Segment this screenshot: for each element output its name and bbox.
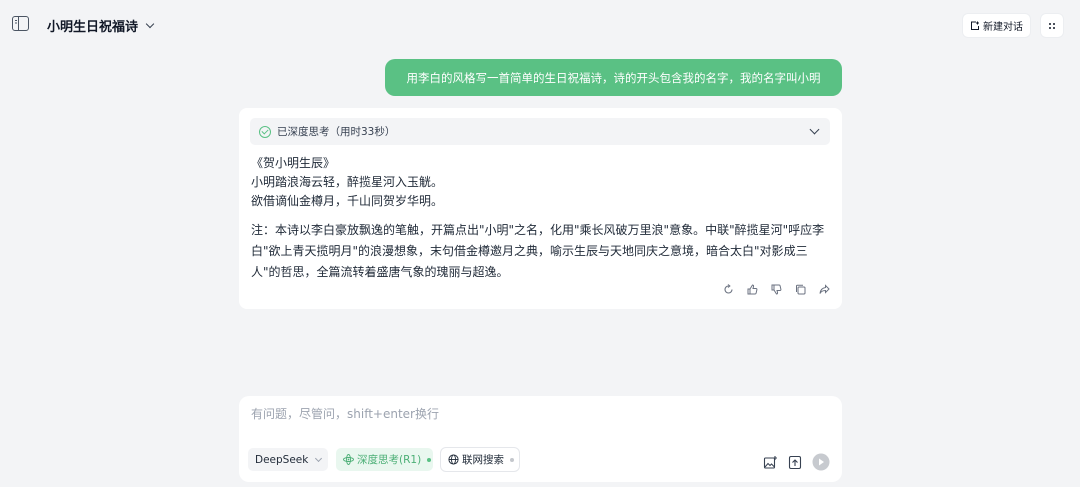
chevron-down-icon[interactable] (809, 124, 820, 135)
conversation-title-dropdown[interactable]: 小明生日祝福诗 (47, 16, 155, 35)
thumbs-down-icon[interactable] (770, 283, 783, 296)
check-circle-icon (259, 125, 271, 138)
thumbs-up-icon[interactable] (746, 283, 759, 296)
chat-input-placeholder[interactable]: 有问题，尽管问，shift+enter换行 (251, 405, 439, 422)
web-search-toggle[interactable]: 联网搜索 (441, 448, 519, 471)
note-line: 人"的哲思，全篇流转着盛唐气象的瑰丽与超逸。 (251, 265, 509, 279)
poem-note: 注：本诗以李白豪放飘逸的笔触，开篇点出"小明"之名，化用"乘长风破万里浪"意象。… (251, 220, 826, 283)
active-dot-icon (427, 457, 432, 462)
file-upload-icon[interactable] (788, 455, 802, 470)
deep-think-toggle[interactable]: 深度思考(R1) (336, 448, 433, 471)
atom-icon (343, 454, 354, 465)
deep-think-label: 深度思考(R1) (357, 454, 422, 466)
composer-tools (763, 453, 830, 471)
grid-dots-icon (1049, 22, 1055, 29)
copy-icon[interactable] (794, 283, 807, 296)
top-bar: 小明生日祝福诗 新建对话 (0, 0, 1080, 50)
poem-title: 《贺小明生辰》 (251, 156, 336, 170)
thinking-status-text: 已深度思考（用时33秒） (277, 126, 396, 138)
chat-input-box[interactable]: 有问题，尽管问，shift+enter换行 DeepSeek 深度思考(R1) … (239, 396, 842, 482)
note-line: 注：本诗以李白豪放飘逸的笔触，开篇点出"小明"之名，化用"乘长风破万里浪"意象。… (251, 223, 825, 237)
chevron-down-icon (315, 454, 323, 462)
regenerate-icon[interactable] (722, 283, 735, 296)
web-search-label: 联网搜索 (462, 454, 504, 466)
poem-line: 欲借谪仙金樽月，千山同贺岁华明。 (251, 194, 444, 208)
user-message-text: 用李白的风格写一首简单的生日祝福诗，诗的开头包含我的名字，我的名字叫小明 (406, 70, 821, 85)
poem-text: 《贺小明生辰》 小明踏浪海云轻，醉揽星河入玉觥。 欲借谪仙金樽月，千山同贺岁华明… (251, 154, 443, 211)
image-upload-icon[interactable] (763, 455, 778, 470)
new-chat-label: 新建对话 (983, 22, 1023, 33)
poem-line: 小明踏浪海云轻，醉揽星河入玉觥。 (251, 175, 444, 189)
new-chat-icon (971, 21, 979, 30)
note-line: 白"欲上青天揽明月"的浪漫想象，末句借金樽邀月之典，喻示生辰与天地同庆之意境，暗… (251, 244, 808, 258)
inactive-dot-icon (510, 457, 514, 462)
globe-icon (448, 454, 459, 465)
message-actions (722, 283, 831, 296)
apps-button[interactable] (1041, 14, 1063, 37)
send-icon[interactable] (812, 453, 830, 471)
conversation-title: 小明生日祝福诗 (47, 20, 139, 35)
thinking-status-bar[interactable]: 已深度思考（用时33秒） (250, 118, 830, 145)
model-label: DeepSeek (255, 453, 309, 466)
model-select[interactable]: DeepSeek (248, 448, 328, 471)
share-icon[interactable] (818, 283, 831, 296)
assistant-answer-card: 已深度思考（用时33秒） 《贺小明生辰》 小明踏浪海云轻，醉揽星河入玉觥。 欲借… (239, 108, 842, 309)
sidebar-toggle-icon[interactable] (12, 16, 29, 31)
chevron-down-icon (145, 19, 155, 29)
user-message-bubble: 用李白的风格写一首简单的生日祝福诗，诗的开头包含我的名字，我的名字叫小明 (385, 59, 842, 96)
new-chat-button[interactable]: 新建对话 (963, 14, 1030, 37)
